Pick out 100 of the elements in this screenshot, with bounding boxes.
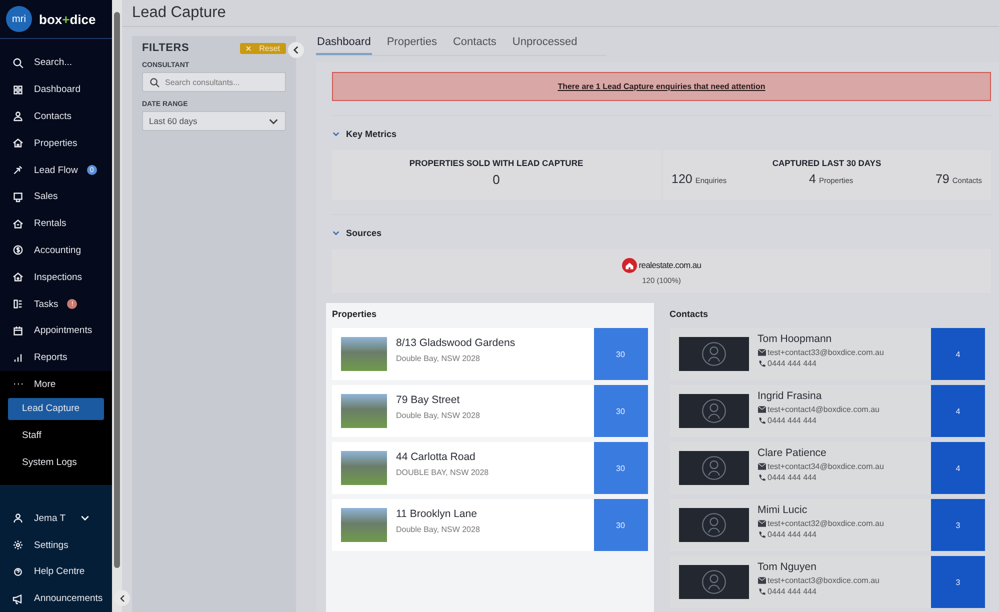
property-address: 11 Brooklyn Lane (396, 508, 478, 520)
metric-value: 79 (935, 172, 950, 186)
person-icon (12, 512, 24, 524)
scrollbar[interactable] (112, 0, 122, 612)
contact-email: test+contact34@boxdice.com.au (768, 461, 884, 472)
source-name: realestate.com.au (638, 260, 702, 270)
photo-placeholder (341, 451, 387, 485)
property-row[interactable]: 79 Bay Street Double Bay, NSW 2028 30 (332, 385, 648, 437)
envelope-icon (758, 406, 766, 413)
nav-item[interactable]: Rentals (0, 210, 112, 238)
submenu-item[interactable]: System Logs (8, 452, 104, 474)
enquiry-count: 4 (931, 385, 985, 437)
list-title: Properties (332, 309, 378, 321)
date-range-dropdown[interactable]: Last 60 days (142, 111, 286, 131)
submenu-item[interactable]: Lead Capture (8, 398, 104, 420)
contact-name: Tom Hoopmann (758, 333, 833, 345)
contact-phone: 0444 444 444 (768, 586, 816, 597)
nav-item[interactable]: Search... (0, 49, 112, 76)
contact-row[interactable]: Clare Patience test+contact34@boxdice.com.au 0444 444 444 4 (670, 442, 985, 494)
help-icon (12, 566, 24, 578)
grid-icon (12, 84, 24, 96)
enquiry-count: 30 (594, 499, 648, 551)
contact-row[interactable]: Tom Nguyen test+contact3@boxdice.com.au 0444 444 444 3 (670, 556, 985, 608)
nav-item[interactable]: Appointments (0, 317, 112, 344)
nav-item[interactable]: Accounting (0, 237, 112, 264)
list-title: Contacts (670, 309, 710, 321)
section-title: Key Metrics (346, 129, 397, 139)
metric-value: 4 (808, 172, 816, 186)
megaphone-icon (12, 592, 24, 605)
contact-phone: 0444 444 444 (768, 415, 816, 426)
contact-row[interactable]: Mimi Lucic test+contact32@boxdice.com.au 0444 444 444 3 (670, 499, 985, 551)
house-logo-icon (622, 258, 637, 272)
enquiry-count: 3 (931, 499, 985, 551)
chevron-down-icon[interactable] (332, 130, 340, 138)
photo-placeholder (341, 337, 387, 371)
property-suburb: Double Bay, NSW 2028 (396, 411, 481, 420)
tab[interactable]: Contacts (452, 36, 498, 55)
nav-item[interactable]: Inspections (0, 264, 112, 291)
phone-icon (758, 530, 766, 538)
nav-item[interactable]: Properties (0, 130, 112, 157)
enquiry-count: 4 (931, 442, 985, 494)
tab[interactable]: Dashboard (316, 36, 372, 55)
house-icon (12, 271, 24, 284)
metric-value: 120 (672, 172, 692, 186)
nav-item[interactable]: Settings (0, 532, 112, 558)
frame-icon (12, 190, 24, 203)
chevron-left-icon (118, 594, 126, 602)
nav-item[interactable]: Announcements (0, 585, 112, 612)
nav-item[interactable]: Help Centre (0, 558, 112, 586)
section-title: Sources (346, 228, 382, 238)
contact-email: test+contact3@boxdice.com.au (768, 575, 880, 586)
search-field[interactable]: Search consultants... (142, 72, 286, 92)
collapse-button[interactable] (288, 42, 304, 58)
contact-name: Mimi Lucic (758, 504, 808, 516)
chevron-down-icon[interactable] (332, 229, 340, 237)
nav-item[interactable]: Dashboard (0, 76, 112, 104)
contact-phone: 0444 444 444 (768, 472, 816, 483)
property-suburb: Double Bay, NSW 2028 (396, 354, 481, 363)
envelope-icon (758, 520, 766, 527)
nav-item[interactable]: Reports (0, 344, 112, 372)
contact-email: test+contact33@boxdice.com.au (768, 347, 884, 358)
envelope-icon (758, 349, 766, 356)
house-icon (12, 218, 24, 230)
phone-icon (758, 588, 766, 596)
search-icon (149, 76, 160, 88)
property-row[interactable]: 44 Carlotta Road DOUBLE BAY, NSW 2028 30 (332, 442, 648, 494)
contact-row[interactable]: Tom Hoopmann test+contact33@boxdice.com.au 0444 444 444 4 (670, 328, 985, 380)
alert-link[interactable]: There are 1 Lead Capture enquiries that need attention (558, 82, 766, 91)
property-address: 79 Bay Street (396, 394, 461, 406)
nav-item[interactable]: Sales (0, 183, 112, 210)
property-row[interactable]: 11 Brooklyn Lane Double Bay, NSW 2028 30 (332, 499, 648, 551)
user-menu[interactable]: Jema T (0, 504, 112, 532)
search-icon (12, 56, 24, 69)
metric-value: 0 (492, 172, 500, 187)
filters-title: FILTERS (142, 42, 190, 54)
contact-phone: 0444 444 444 (768, 358, 816, 369)
nav-item[interactable]: More (0, 371, 112, 398)
tab[interactable]: Unprocessed (511, 36, 578, 55)
chevron-down-icon (80, 513, 90, 524)
phone-icon (758, 416, 766, 424)
envelope-icon (758, 463, 766, 470)
tab[interactable]: Properties (386, 36, 438, 55)
enquiry-count: 3 (931, 556, 985, 608)
enquiry-count: 30 (594, 385, 648, 437)
contact-email: test+contact32@boxdice.com.au (768, 518, 884, 529)
gear-icon (12, 539, 24, 551)
envelope-icon (758, 577, 766, 584)
metric-title: CAPTURED LAST 30 DAYS (772, 158, 882, 168)
contact-row[interactable]: Ingrid Frasina test+contact4@boxdice.com.au 0444 444 444 4 (670, 385, 985, 437)
calendar-icon (12, 324, 24, 337)
contact-name: Tom Nguyen (758, 561, 818, 573)
property-row[interactable]: 8/13 Gladswood Gardens Double Bay, NSW 2028 30 (332, 328, 648, 380)
metric-title: PROPERTIES SOLD WITH LEAD CAPTURE (409, 158, 584, 168)
enquiry-count: 30 (594, 328, 648, 380)
collapse-button[interactable] (114, 590, 130, 606)
nav-item[interactable]: Contacts (0, 103, 112, 130)
page-title: Lead Capture (132, 4, 226, 22)
submenu-item[interactable]: Staff (8, 424, 104, 447)
logo-badge: mri (6, 6, 32, 32)
property-suburb: Double Bay, NSW 2028 (396, 525, 481, 534)
